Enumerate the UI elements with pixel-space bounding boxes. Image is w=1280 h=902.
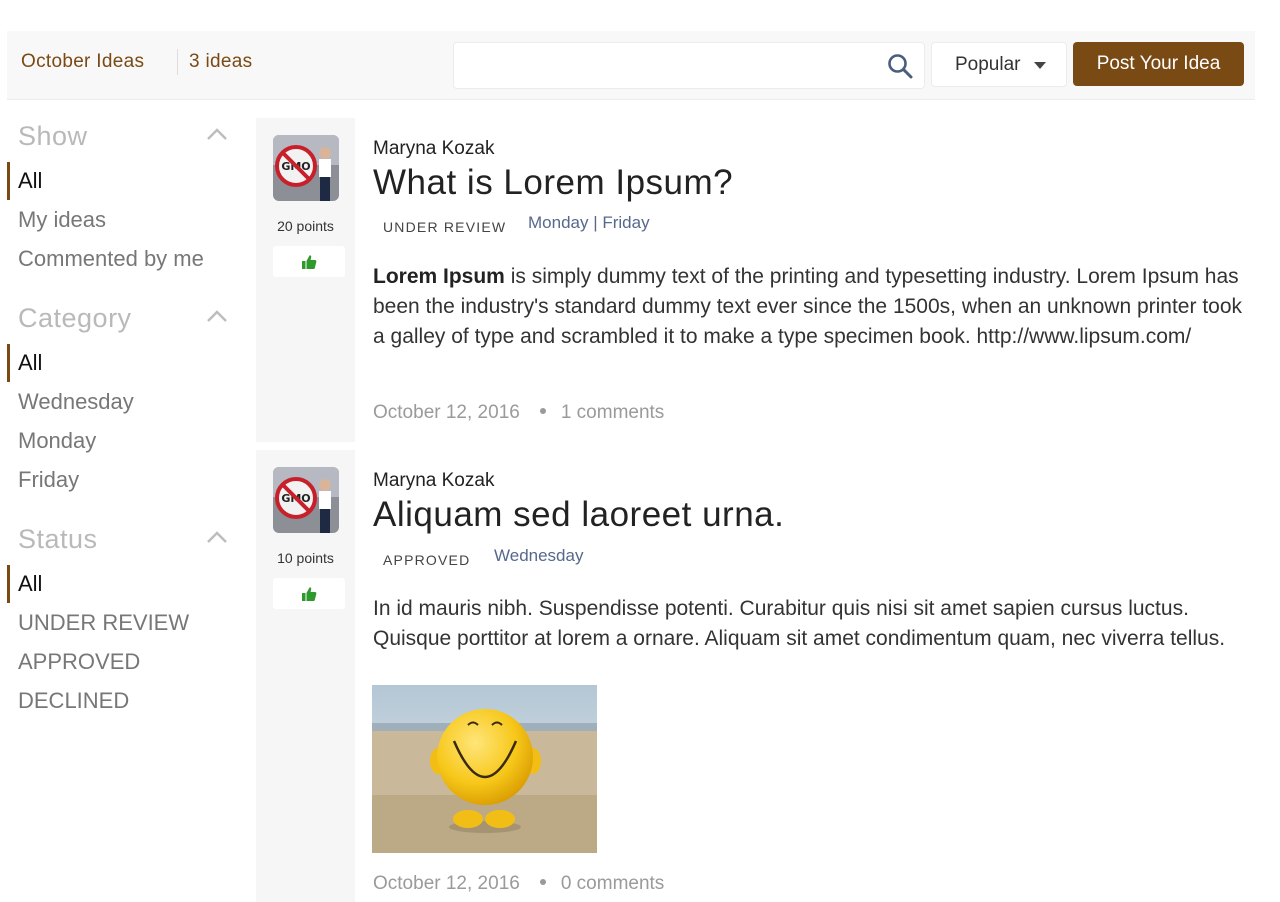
thumbs-up-icon — [302, 586, 317, 601]
thumbs-up-icon — [302, 254, 317, 269]
active-filter-indicator — [7, 162, 10, 200]
idea-body: In id mauris nibh. Suspendisse potenti. … — [373, 597, 1226, 650]
idea-title[interactable]: Aliquam sed laoreet urna. — [373, 495, 784, 535]
status-filter-all[interactable]: All — [18, 571, 42, 597]
idea-date: October 12, 2016 — [373, 402, 520, 423]
comments-link[interactable]: 0 comments — [561, 873, 664, 894]
idea-title[interactable]: What is Lorem Ipsum? — [373, 163, 733, 203]
idea-categories[interactable]: Monday | Friday — [528, 213, 650, 233]
chevron-up-icon[interactable] — [206, 127, 228, 141]
show-heading: Show — [18, 121, 88, 151]
chevron-up-icon[interactable] — [206, 530, 228, 544]
ideas-header: October Ideas 3 ideas Popular Post Your … — [7, 31, 1255, 100]
meta-separator — [539, 879, 546, 885]
status-filter-declined[interactable]: DECLINED — [18, 688, 129, 714]
category-heading: Category — [18, 303, 132, 333]
search-input[interactable] — [454, 43, 874, 88]
active-filter-indicator — [7, 565, 10, 603]
show-filter-my-ideas[interactable]: My ideas — [18, 207, 106, 233]
idea-image[interactable] — [372, 685, 597, 853]
ideas-count: 3 ideas — [189, 51, 253, 72]
status-badge: UNDER REVIEW — [383, 219, 507, 235]
idea-meta: October 12, 2016 1 comments — [373, 402, 664, 424]
points-count: 20 points — [277, 218, 334, 234]
idea-body-bold: Lorem Ipsum — [373, 265, 505, 288]
status-heading: Status — [18, 524, 98, 554]
idea-date: October 12, 2016 — [373, 873, 520, 894]
post-idea-button[interactable]: Post Your Idea — [1073, 42, 1244, 86]
idea-meta: October 12, 2016 0 comments — [373, 873, 664, 895]
upvote-button[interactable] — [273, 246, 345, 277]
category-filter-wednesday[interactable]: Wednesday — [18, 389, 134, 415]
vote-column: GMO 20 points — [256, 118, 355, 442]
category-filter-monday[interactable]: Monday — [18, 428, 96, 454]
chevron-up-icon[interactable] — [206, 309, 228, 323]
show-filter-all[interactable]: All — [18, 168, 42, 194]
sort-selected-label: Popular — [955, 54, 1021, 75]
sort-dropdown[interactable]: Popular — [931, 42, 1067, 87]
category-filter-all[interactable]: All — [18, 350, 42, 376]
status-badge: APPROVED — [383, 552, 471, 568]
meta-separator — [539, 408, 546, 414]
status-filter-approved[interactable]: APPROVED — [18, 649, 140, 675]
status-filter-under-review[interactable]: UNDER REVIEW — [18, 610, 189, 636]
points-count: 10 points — [277, 550, 334, 566]
avatar[interactable]: GMO — [273, 467, 339, 533]
header-divider — [177, 49, 178, 75]
show-filter-commented-by-me[interactable]: Commented by me — [18, 246, 204, 272]
caret-down-icon — [1034, 62, 1046, 69]
idea-author: Maryna Kozak — [373, 470, 495, 491]
avatar[interactable]: GMO — [273, 135, 339, 201]
board-title: October Ideas — [21, 51, 145, 72]
idea-categories[interactable]: Wednesday — [494, 546, 583, 566]
search-box — [453, 42, 925, 89]
vote-column: GMO 10 points — [256, 450, 355, 902]
comments-link[interactable]: 1 comments — [561, 402, 664, 423]
idea-body: Lorem Ipsum is simply dummy text of the … — [373, 262, 1253, 352]
upvote-button[interactable] — [273, 578, 345, 609]
search-icon[interactable] — [886, 52, 914, 80]
category-filter-friday[interactable]: Friday — [18, 467, 79, 493]
idea-author: Maryna Kozak — [373, 138, 495, 159]
active-filter-indicator — [7, 344, 10, 382]
